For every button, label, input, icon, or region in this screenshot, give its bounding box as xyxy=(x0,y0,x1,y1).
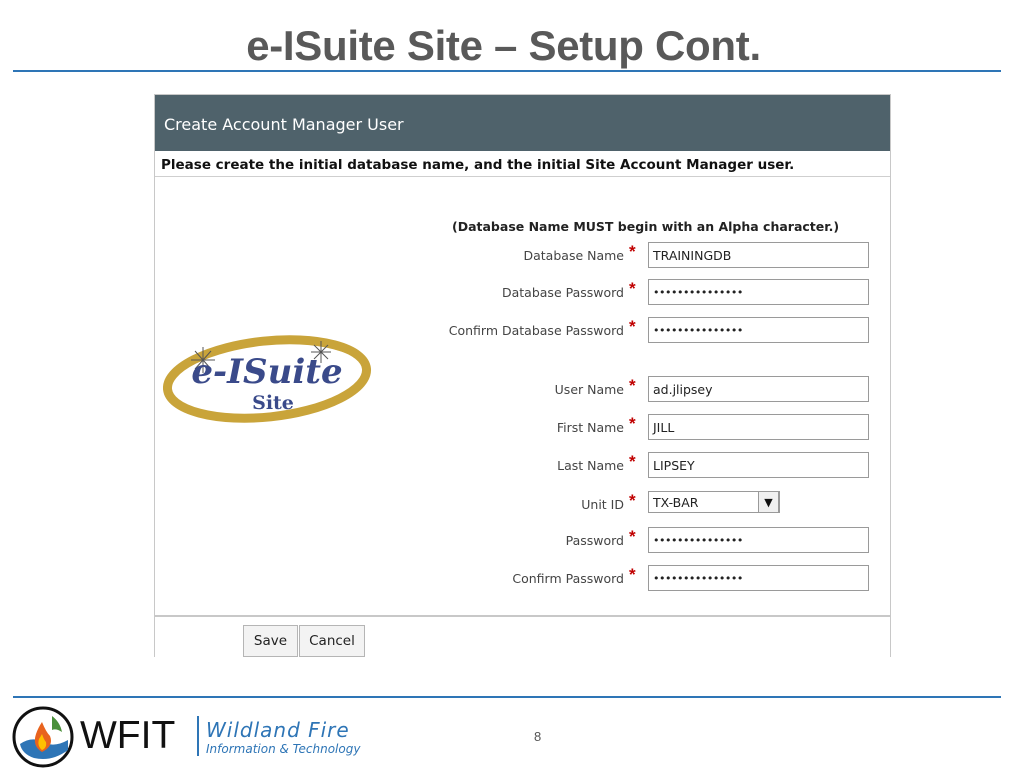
wfit-wordmark: WFIT xyxy=(80,714,176,757)
database-name-input[interactable]: TRAININGDB xyxy=(648,242,869,268)
required-marker: * xyxy=(629,376,636,395)
chevron-down-icon[interactable]: ▼ xyxy=(758,491,779,513)
dialog-instructions: Please create the initial database name,… xyxy=(155,151,890,177)
cancel-button[interactable]: Cancel xyxy=(299,625,365,657)
slide-title: e-ISuite Site – Setup Cont. xyxy=(246,22,761,69)
required-marker: * xyxy=(629,491,636,510)
save-button[interactable]: Save xyxy=(243,625,298,657)
user-name-row: User Name * ad.jlipsey xyxy=(155,376,892,404)
database-name-row: Database Name * TRAININGDB xyxy=(155,242,892,270)
dialog-title: Create Account Manager User xyxy=(155,95,890,151)
create-account-manager-dialog: Create Account Manager User Please creat… xyxy=(154,94,891,657)
unit-id-select[interactable]: TX-BAR ▼ xyxy=(648,491,780,513)
required-marker: * xyxy=(629,452,636,471)
confirm-database-password-row: Confirm Database Password * ••••••••••••… xyxy=(155,317,892,345)
required-marker: * xyxy=(629,527,636,546)
last-name-row: Last Name * LIPSEY xyxy=(155,452,892,480)
first-name-label: First Name xyxy=(556,420,624,435)
required-marker: * xyxy=(629,414,636,433)
dialog-button-bar: Save Cancel xyxy=(155,615,890,657)
unit-id-row: Unit ID * TX-BAR ▼ xyxy=(155,491,892,519)
confirm-database-password-input[interactable]: ••••••••••••••• xyxy=(648,317,869,343)
footer-divider xyxy=(13,696,1001,698)
database-password-input[interactable]: ••••••••••••••• xyxy=(648,279,869,305)
confirm-password-input[interactable]: ••••••••••••••• xyxy=(648,565,869,591)
required-marker: * xyxy=(629,279,636,298)
last-name-input[interactable]: LIPSEY xyxy=(648,452,869,478)
wfit-logo-icon xyxy=(12,706,74,768)
password-input[interactable]: ••••••••••••••• xyxy=(648,527,869,553)
database-password-row: Database Password * ••••••••••••••• xyxy=(155,279,892,307)
unit-id-label: Unit ID xyxy=(581,497,624,512)
confirm-database-password-label: Confirm Database Password xyxy=(448,323,624,338)
database-name-label: Database Name xyxy=(523,248,625,263)
required-marker: * xyxy=(629,565,636,584)
database-name-hint: (Database Name MUST begin with an Alpha … xyxy=(452,219,840,234)
wfit-tagline-1: Wildland Fire xyxy=(206,718,350,742)
wfit-tagline-2: Information & Technology xyxy=(206,742,361,756)
required-marker: * xyxy=(629,317,636,336)
first-name-row: First Name * JILL xyxy=(155,414,892,442)
required-marker: * xyxy=(629,242,636,261)
confirm-password-row: Confirm Password * ••••••••••••••• xyxy=(155,565,892,593)
first-name-input[interactable]: JILL xyxy=(648,414,869,440)
password-row: Password * ••••••••••••••• xyxy=(155,527,892,555)
confirm-password-label: Confirm Password xyxy=(512,571,624,586)
user-name-input[interactable]: ad.jlipsey xyxy=(648,376,869,402)
user-name-label: User Name xyxy=(554,382,624,397)
wfit-separator xyxy=(197,716,199,756)
last-name-label: Last Name xyxy=(557,458,624,473)
wfit-brand: WFIT Wildland Fire Information & Technol… xyxy=(12,706,372,768)
database-password-label: Database Password xyxy=(501,285,624,300)
password-label: Password xyxy=(565,533,624,548)
page-number: 8 xyxy=(534,729,542,744)
unit-id-value: TX-BAR xyxy=(653,495,699,510)
title-divider xyxy=(13,70,1001,72)
